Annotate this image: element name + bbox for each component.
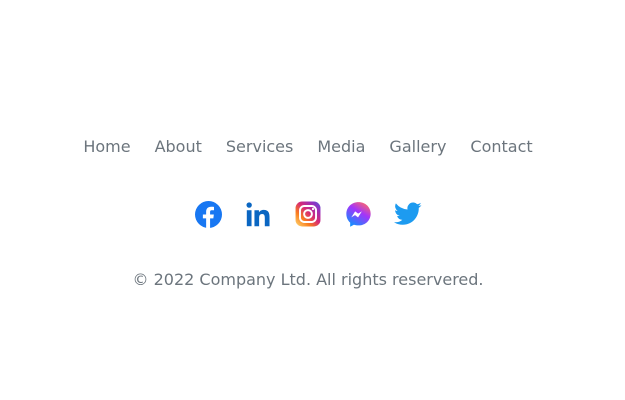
social-links — [0, 199, 625, 229]
footer-nav: Home About Services Media Gallery Contac… — [0, 136, 625, 158]
nav-link-services[interactable]: Services — [214, 136, 305, 158]
page-footer: Home About Services Media Gallery Contac… — [0, 0, 625, 400]
messenger-icon — [345, 201, 371, 227]
nav-link-home[interactable]: Home — [71, 136, 142, 158]
twitter-link[interactable] — [393, 199, 423, 229]
nav-link-contact[interactable]: Contact — [458, 136, 544, 158]
nav-link-media[interactable]: Media — [305, 136, 377, 158]
instagram-link[interactable] — [293, 199, 323, 229]
instagram-icon — [295, 201, 321, 227]
linkedin-link[interactable] — [243, 199, 273, 229]
facebook-icon — [194, 200, 222, 228]
nav-link-about[interactable]: About — [143, 136, 214, 158]
messenger-link[interactable] — [343, 199, 373, 229]
linkedin-icon — [245, 201, 270, 226]
twitter-icon — [394, 202, 422, 225]
facebook-link[interactable] — [193, 199, 223, 229]
nav-link-gallery[interactable]: Gallery — [377, 136, 458, 158]
copyright-text: © 2022 Company Ltd. All rights reservere… — [132, 270, 484, 289]
